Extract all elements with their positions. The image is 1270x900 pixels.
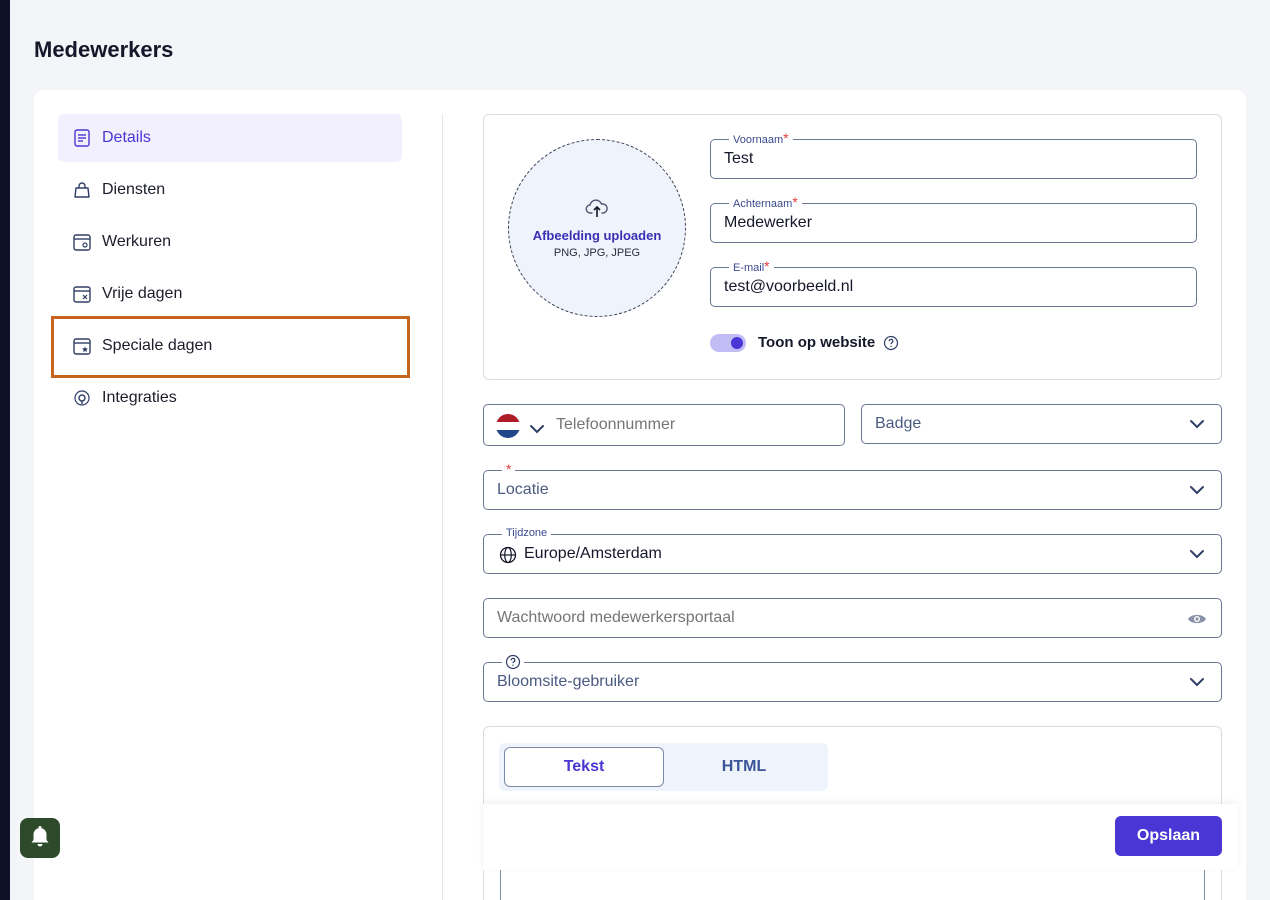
- page-title: Medewerkers: [34, 37, 174, 62]
- editor-text-area[interactable]: [500, 870, 1205, 900]
- last-name-label: Achternaam*: [729, 195, 802, 211]
- globe-icon: [499, 546, 517, 569]
- location-select[interactable]: * Locatie: [483, 462, 1222, 510]
- sidebar-item-label: Werkuren: [102, 233, 172, 250]
- badge-placeholder: Badge: [875, 415, 922, 432]
- show-on-website-toggle[interactable]: [710, 334, 746, 352]
- phone-field[interactable]: [483, 404, 845, 446]
- badge-select[interactable]: Badge: [861, 404, 1222, 444]
- save-button[interactable]: Opslaan: [1115, 816, 1222, 856]
- calendar-x-icon: [72, 284, 92, 304]
- editor-tabs: Tekst HTML: [499, 743, 828, 791]
- first-name-field[interactable]: Voornaam*: [710, 131, 1197, 179]
- chevron-down-icon: [1190, 420, 1204, 429]
- chevron-down-icon: [1190, 550, 1204, 559]
- left-edge-strip: [0, 0, 10, 900]
- bloomsite-user-select[interactable]: Bloomsite-gebruiker: [483, 654, 1222, 702]
- password-input[interactable]: [497, 609, 1147, 627]
- email-input[interactable]: [724, 278, 1161, 296]
- sidebar-item-label: Diensten: [102, 181, 166, 198]
- chevron-down-icon: [1190, 678, 1204, 687]
- show-on-website-label: Toon op website: [758, 334, 876, 351]
- upload-title: Afbeelding uploaden: [532, 228, 662, 243]
- toggle-knob: [731, 337, 743, 349]
- bag-icon: [72, 180, 92, 200]
- vertical-divider: [442, 114, 443, 900]
- first-name-label: Voornaam*: [729, 131, 793, 147]
- timezone-select[interactable]: Tijdzone Europe/Amsterdam: [483, 526, 1222, 574]
- email-label: E-mail*: [729, 259, 774, 275]
- bell-icon: [29, 824, 51, 853]
- first-name-input[interactable]: [724, 150, 1161, 168]
- location-required-mark: *: [502, 462, 516, 478]
- document-icon: [72, 128, 92, 148]
- help-icon[interactable]: [883, 335, 899, 351]
- notifications-button[interactable]: [20, 818, 60, 858]
- calendar-star-icon: [72, 336, 92, 356]
- sidebar-nav: Details Diensten Werkuren Vrije dagen Sp…: [58, 114, 402, 426]
- tab-tekst[interactable]: Tekst: [504, 747, 664, 787]
- sidebar-item-werkuren[interactable]: Werkuren: [58, 218, 402, 266]
- sidebar-item-label: Vrije dagen: [102, 285, 183, 302]
- tab-html[interactable]: HTML: [664, 747, 824, 787]
- calendar-clock-icon: [72, 232, 92, 252]
- bloomsite-help-icon[interactable]: [502, 654, 524, 674]
- cloud-upload-icon: [585, 197, 609, 224]
- last-name-input[interactable]: [724, 214, 1161, 232]
- sidebar-item-details[interactable]: Details: [58, 114, 402, 162]
- sidebar-item-vrije-dagen[interactable]: Vrije dagen: [58, 270, 402, 318]
- sidebar-item-diensten[interactable]: Diensten: [58, 166, 402, 214]
- sidebar-item-integraties[interactable]: Integraties: [58, 374, 402, 422]
- timezone-label: Tijdzone: [502, 526, 552, 540]
- phone-input[interactable]: [556, 416, 816, 434]
- eye-icon[interactable]: [1187, 611, 1207, 632]
- upload-formats: PNG, JPG, JPEG: [553, 247, 641, 259]
- email-field[interactable]: E-mail*: [710, 259, 1197, 307]
- integration-icon: [72, 388, 92, 408]
- country-chevron-down-icon[interactable]: [529, 421, 545, 439]
- last-name-field[interactable]: Achternaam*: [710, 195, 1197, 243]
- sidebar-item-label: Details: [102, 129, 151, 146]
- timezone-value: Europe/Amsterdam: [524, 545, 662, 562]
- bloomsite-user-placeholder: Bloomsite-gebruiker: [497, 673, 640, 690]
- chevron-down-icon: [1190, 486, 1204, 495]
- sidebar-item-label: Integraties: [102, 389, 177, 406]
- sidebar-item-label: Speciale dagen: [102, 337, 213, 354]
- password-field[interactable]: [483, 598, 1222, 638]
- sidebar-item-speciale-dagen[interactable]: Speciale dagen: [58, 322, 402, 370]
- netherlands-flag-icon[interactable]: [496, 414, 520, 438]
- location-placeholder: Locatie: [497, 481, 549, 498]
- image-upload-dropzone[interactable]: Afbeelding uploaden PNG, JPG, JPEG: [508, 139, 686, 317]
